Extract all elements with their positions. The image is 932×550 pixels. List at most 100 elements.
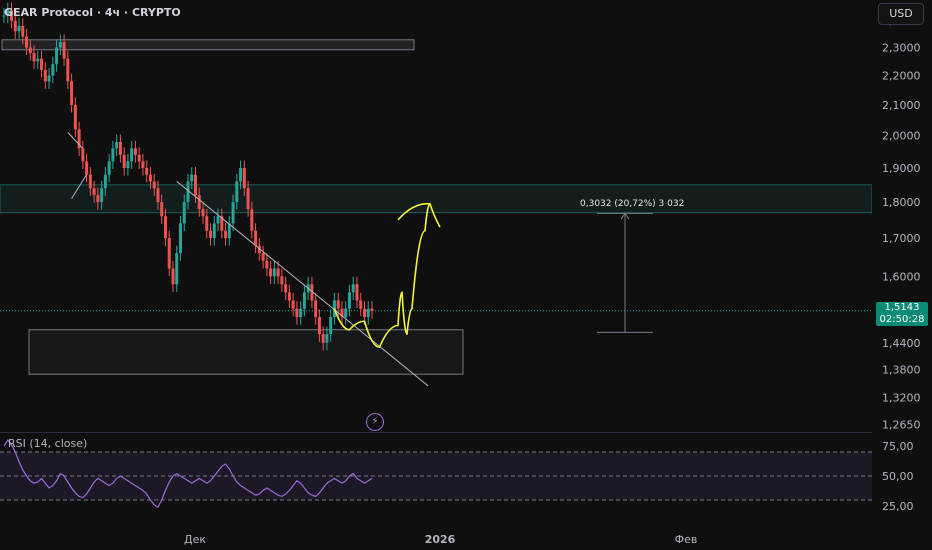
- candle-body: [28, 47, 32, 54]
- target-zone[interactable]: [0, 184, 873, 214]
- candle-body: [92, 188, 96, 196]
- candle-body: [70, 81, 74, 105]
- candle-body: [115, 141, 119, 149]
- rsi-tick-label: 50,00: [882, 470, 914, 483]
- candle-body: [25, 36, 29, 48]
- rsi-pane: [0, 432, 932, 509]
- support-box[interactable]: [28, 329, 464, 375]
- time-tick-label: Фев: [675, 533, 698, 546]
- candle-body: [276, 268, 280, 277]
- candle-body: [145, 167, 149, 175]
- candle-body: [32, 53, 36, 62]
- candle-body: [351, 284, 355, 293]
- candle-body: [85, 161, 89, 175]
- candle-body: [250, 209, 254, 231]
- candle-body: [73, 104, 77, 130]
- candle-body: [194, 174, 198, 196]
- candle-body: [156, 188, 160, 203]
- candle-body: [88, 174, 92, 189]
- candle-body: [137, 154, 141, 162]
- candle-body: [21, 25, 25, 37]
- candle-body: [302, 292, 306, 309]
- lightning-icon[interactable]: ⚡: [366, 413, 384, 431]
- candle-body: [362, 308, 366, 318]
- candle-body: [287, 292, 291, 301]
- candle-body: [152, 181, 156, 189]
- projection-path[interactable]: [333, 203, 431, 348]
- price-tick-label: 2,3000: [882, 42, 921, 55]
- price-tick-label: 2,2000: [882, 70, 921, 83]
- candle-body: [291, 300, 295, 309]
- price-tick-label: 1,4400: [882, 337, 921, 350]
- candle-body: [103, 174, 107, 189]
- candle-body: [265, 260, 269, 269]
- candle-body: [212, 223, 216, 239]
- candle-body: [17, 25, 21, 32]
- candle-body: [299, 308, 303, 318]
- horizontal-levels: [0, 39, 873, 375]
- candle-body: [167, 238, 171, 269]
- candle-body: [100, 188, 104, 203]
- currency-button[interactable]: USD: [878, 3, 924, 25]
- main-pane: [0, 2, 873, 387]
- candle-body: [254, 230, 258, 246]
- symbol-title[interactable]: GEAR Protocol · 4ч · CRYPTO: [4, 6, 181, 19]
- time-tick-label: Дек: [184, 533, 206, 546]
- price-tick-label: 1,3200: [882, 392, 921, 405]
- candle-body: [118, 141, 122, 155]
- price-tick-label: 1,6000: [882, 270, 921, 283]
- candle-body: [284, 284, 288, 293]
- candle-body: [13, 20, 17, 32]
- candle-body: [96, 195, 100, 203]
- candle-body: [36, 58, 40, 62]
- price-tick-label: 2,0000: [882, 130, 921, 143]
- candle-body: [246, 188, 250, 210]
- price-tick-label: 1,2650: [882, 418, 921, 431]
- candle-body: [261, 253, 265, 261]
- candle-body: [242, 167, 246, 189]
- price-tick-label: 1,7000: [882, 232, 921, 245]
- candle-body: [51, 64, 55, 76]
- rsi-tick-label: 25,00: [882, 500, 914, 513]
- price-tick-label: 1,9000: [882, 162, 921, 175]
- rsi-tick-label: 75,00: [882, 440, 914, 453]
- candle-body: [231, 202, 235, 224]
- candle-body: [272, 268, 276, 277]
- candle-body: [81, 148, 85, 162]
- candle-body: [197, 195, 201, 210]
- bar-countdown: 02:50:28: [879, 314, 925, 325]
- candle-body: [190, 174, 194, 182]
- candle-body: [344, 308, 348, 318]
- price-axis[interactable]: 2,40002,30002,20002,10002,00001,90001,80…: [872, 0, 932, 550]
- candle-body: [269, 268, 273, 277]
- candle-body: [160, 202, 164, 217]
- candle-body: [40, 58, 44, 70]
- last-price: 1,5143: [884, 302, 920, 313]
- measure-label: 0,3032 (20,72%) 3 032: [580, 199, 685, 209]
- rsi-label[interactable]: RSI (14, close): [8, 437, 87, 450]
- candle-body: [175, 253, 179, 285]
- candle-body: [141, 161, 145, 168]
- candle-body: [314, 300, 318, 318]
- candle-body: [235, 181, 239, 203]
- candle-body: [107, 161, 111, 175]
- candle-body: [126, 161, 130, 168]
- candle-body: [216, 216, 220, 224]
- pane-divider[interactable]: [0, 432, 932, 433]
- candle-body: [209, 230, 213, 239]
- price-chart[interactable]: 2,40002,30002,20002,10002,00001,90001,80…: [0, 0, 932, 550]
- candle-body: [47, 75, 51, 82]
- candle-body: [130, 148, 134, 162]
- candle-body: [62, 42, 66, 59]
- rsi-axis[interactable]: 75,00 50,00 25,00: [882, 440, 914, 513]
- candle-body: [111, 148, 115, 162]
- candle-body: [329, 317, 333, 335]
- price-tick-label: 1,3800: [882, 364, 921, 377]
- price-tick-label: 1,8000: [882, 196, 921, 209]
- time-tick-label: 2026: [425, 533, 456, 546]
- candle-body: [336, 300, 340, 309]
- candle-body: [133, 148, 137, 155]
- candle-body: [370, 308, 374, 312]
- time-axis[interactable]: Дек 2026 Фев: [0, 528, 932, 550]
- candle-body: [347, 292, 351, 309]
